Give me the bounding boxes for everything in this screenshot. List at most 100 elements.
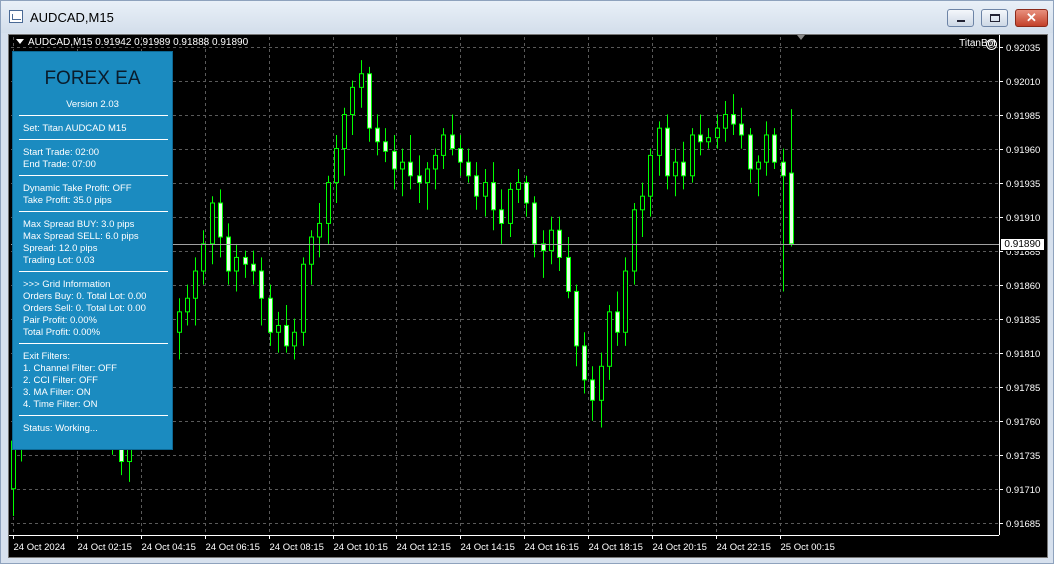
ea-exit-header: Exit Filters: [23,351,70,362]
x-tick-label: 24 Oct 16:15 [525,542,579,553]
candle-body [764,134,769,163]
panel-divider [19,211,168,212]
current-price-label: 0.91890 [1000,237,1045,251]
x-tick-label: 24 Oct 06:15 [206,542,260,553]
ea-end-trade: End Trade: 07:00 [23,159,96,170]
ea-set: Set: Titan AUDCAD M15 [23,123,127,134]
candle-body [690,134,695,177]
candle-body [450,134,455,150]
candle-body [715,127,720,139]
candle-body [648,154,653,197]
candle-body [466,161,471,177]
candle-body [781,161,786,177]
candle-body [383,141,388,152]
symbol-info[interactable]: AUDCAD,M15 0.91942 0.91989 0.91888 0.918… [16,37,248,48]
x-tick-label: 25 Oct 00:15 [781,542,835,553]
y-tick-label: 0.91810 [1006,349,1040,360]
close-button[interactable]: ✕ [1015,9,1048,27]
ea-total-profit: Total Profit: 0.00% [23,327,101,338]
candle-body [210,202,215,245]
x-tick-label: 24 Oct 14:15 [461,542,515,553]
chart-shift-marker [797,35,805,40]
candle-body [433,154,438,170]
minimize-button[interactable] [947,9,974,27]
ea-status: Status: Working... [23,423,98,434]
ea-filter-ma: 3. MA Filter: ON [23,387,91,398]
candle-body [317,222,322,238]
price-chart[interactable]: 0.92035 0.92010 0.91985 0.91960 0.91935 0.919… [8,34,1048,558]
ea-orders-buy: Orders Buy: 0. Total Lot: 0.00 [23,291,147,302]
candle-body [201,243,206,272]
ea-filter-cci: 2. CCI Filter: OFF [23,375,98,386]
y-tick-label: 0.92035 [1006,43,1040,54]
candle-body [599,365,604,401]
ea-take-profit: Take Profit: 35.0 pips [23,195,112,206]
candle-body [259,270,264,299]
candle-body [549,229,554,252]
ea-filter-time: 4. Time Filter: ON [23,399,98,410]
ea-title: FOREX EA [44,68,141,89]
candle-body [218,202,223,238]
ea-orders-sell: Orders Sell: 0. Total Lot: 0.00 [23,303,146,314]
candle-body [400,161,405,170]
x-tick-label: 24 Oct 18:15 [589,542,643,553]
candle-body [723,114,728,129]
candle-body [177,311,182,333]
ea-version: Version 2.03 [66,99,119,110]
candle-body [226,236,231,272]
minimize-icon [957,20,965,22]
candle-body [458,148,463,163]
candle-body [607,311,612,367]
maximize-icon [990,14,1000,22]
close-icon: ✕ [1026,10,1037,25]
candle-body [673,161,678,177]
candle-body [508,188,513,224]
x-tick-label: 24 Oct 2024 [14,542,66,553]
candle-body [657,127,662,156]
candle-body [524,182,529,204]
dropdown-triangle-icon [16,39,24,44]
maximize-button[interactable] [981,9,1008,27]
candle-body [243,256,248,265]
candle-body [706,137,711,143]
candle-body [350,86,355,116]
candle-body [375,127,380,143]
ea-start-trade: Start Trade: 02:00 [23,147,100,158]
panel-divider [19,115,168,116]
panel-divider [19,271,168,272]
candle-body [698,134,703,143]
candle-body [491,182,496,211]
x-tick-label: 24 Oct 22:15 [717,542,771,553]
y-tick-label: 0.91860 [1006,281,1040,292]
y-tick-label: 0.91960 [1006,145,1040,156]
expert-smiley-icon[interactable]: ☹ [986,39,997,50]
candle-body [193,270,198,299]
candle-body [284,324,289,347]
y-tick-label: 0.91735 [1006,451,1040,462]
ea-trading-lot: Trading Lot: 0.03 [23,255,95,266]
y-tick-label: 0.92010 [1006,77,1040,88]
candle-body [640,195,645,211]
ea-dynamic-tp: Dynamic Take Profit: OFF [23,183,132,194]
candle-body [772,134,777,163]
candle-body [574,290,579,347]
candle-body [425,168,430,184]
ea-grid-header: >>> Grid Information [23,279,111,290]
ea-max-spread-sell: Max Spread SELL: 6.0 pips [23,231,139,242]
title-bar[interactable]: AUDCAD,M15 ✕ [1,1,1053,33]
x-tick-label: 24 Oct 02:15 [78,542,132,553]
x-tick-label: 24 Oct 10:15 [334,542,388,553]
candle-body [268,297,273,333]
candle-body [326,182,331,224]
candle-body [334,148,339,184]
ea-spread: Spread: 12.0 pips [23,243,98,254]
y-tick-label: 0.91910 [1006,213,1040,224]
candle-body [474,175,479,197]
candle-body [516,182,521,190]
chart-window-icon [9,10,23,23]
x-tick-label: 24 Oct 20:15 [653,542,707,553]
panel-divider [19,343,168,344]
candle-body [681,161,686,177]
candle-body [276,324,281,333]
y-tick-label: 0.91760 [1006,417,1040,428]
